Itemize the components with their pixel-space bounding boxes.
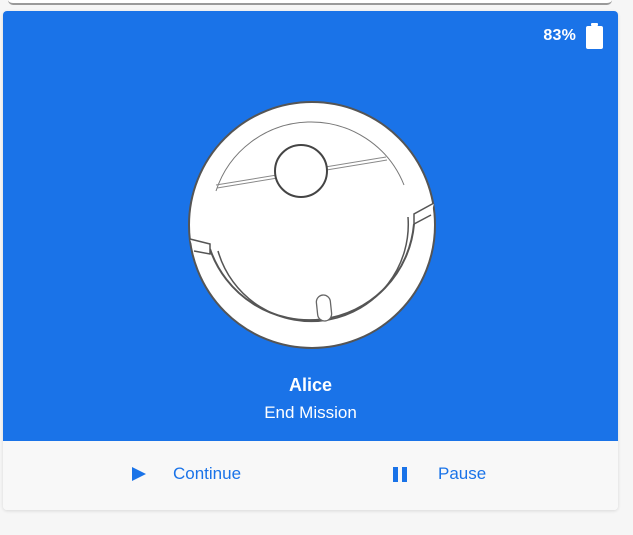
- robot-status: End Mission: [264, 403, 357, 422]
- previous-card-edge: [8, 0, 612, 5]
- pause-button[interactable]: Pause: [389, 453, 486, 495]
- battery-icon: [586, 23, 603, 49]
- pause-label: Pause: [438, 464, 487, 483]
- battery-status: 83%: [543, 23, 603, 49]
- continue-button[interactable]: Continue: [127, 453, 241, 495]
- continue-label: Continue: [173, 464, 242, 483]
- robot-name: Alice: [288, 375, 333, 395]
- pause-icon: [393, 467, 407, 482]
- robot-action-bar: Continue Pause: [3, 441, 618, 510]
- robot-hero-panel: 83% Alice End Mission: [3, 11, 618, 441]
- battery-level: 83%: [543, 27, 576, 44]
- play-icon: [132, 467, 146, 481]
- robot-card: 83% Alice End Mission Continue Pause: [3, 11, 618, 510]
- robot-vacuum-illustration: [188, 101, 436, 349]
